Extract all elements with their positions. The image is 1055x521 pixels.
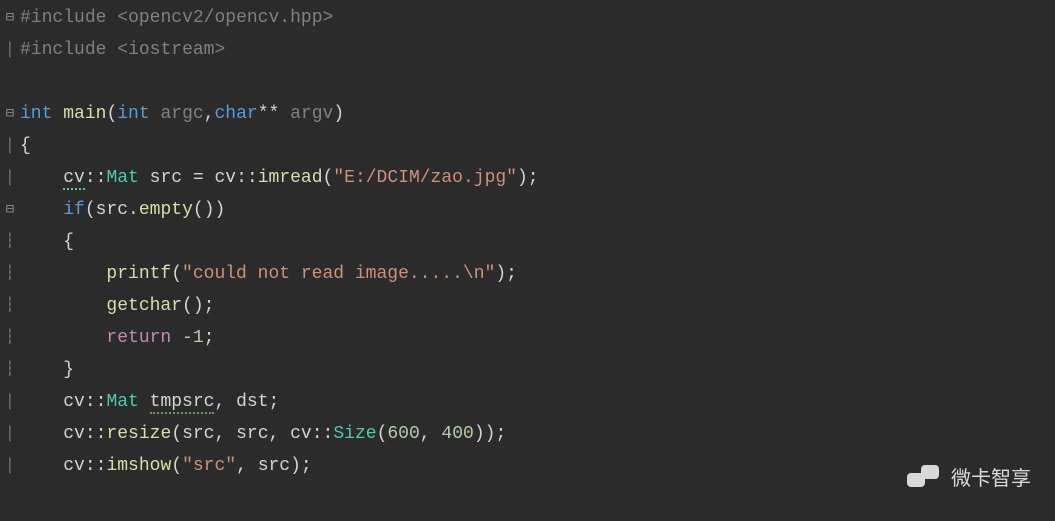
code-line[interactable]: { (20, 226, 1055, 258)
code-line[interactable]: cv::resize(src, src, cv::Size(600, 400))… (20, 418, 1055, 450)
fold-minus-icon[interactable]: ⊟ (0, 98, 20, 130)
code-line[interactable]: printf("could not read image.....\n"); (20, 258, 1055, 290)
fold-gutter: ⊟ │ ⊟ │ │ ⊟ ┆ ┆ ┆ ┆ ┆ │ │ │ (0, 0, 20, 521)
watermark-text: 微卡智享 (951, 462, 1031, 491)
code-line[interactable]: cv::imshow("src", src); (20, 450, 1055, 482)
code-line[interactable]: return -1; (20, 322, 1055, 354)
code-line[interactable]: cv::Mat tmpsrc, dst; (20, 386, 1055, 418)
code-line[interactable]: if(src.empty()) (20, 194, 1055, 226)
fold-minus-icon[interactable]: ⊟ (0, 194, 20, 226)
code-line[interactable]: int main(int argc,char** argv) (20, 98, 1055, 130)
code-line[interactable]: getchar(); (20, 290, 1055, 322)
code-editor[interactable]: ⊟ │ ⊟ │ │ ⊟ ┆ ┆ ┆ ┆ ┆ │ │ │ #include <op… (0, 0, 1055, 521)
code-line[interactable]: #include <iostream> (20, 34, 1055, 66)
code-area[interactable]: #include <opencv2/opencv.hpp> #include <… (20, 0, 1055, 521)
code-line[interactable]: { (20, 130, 1055, 162)
wechat-icon (907, 463, 941, 491)
fold-minus-icon[interactable]: ⊟ (0, 2, 20, 34)
code-line[interactable] (20, 66, 1055, 98)
code-line[interactable]: } (20, 354, 1055, 386)
code-line[interactable]: #include <opencv2/opencv.hpp> (20, 2, 1055, 34)
code-line[interactable]: cv::Mat src = cv::imread("E:/DCIM/zao.jp… (20, 162, 1055, 194)
fold-line-icon: │ (0, 34, 20, 66)
watermark: 微卡智享 (907, 462, 1031, 491)
